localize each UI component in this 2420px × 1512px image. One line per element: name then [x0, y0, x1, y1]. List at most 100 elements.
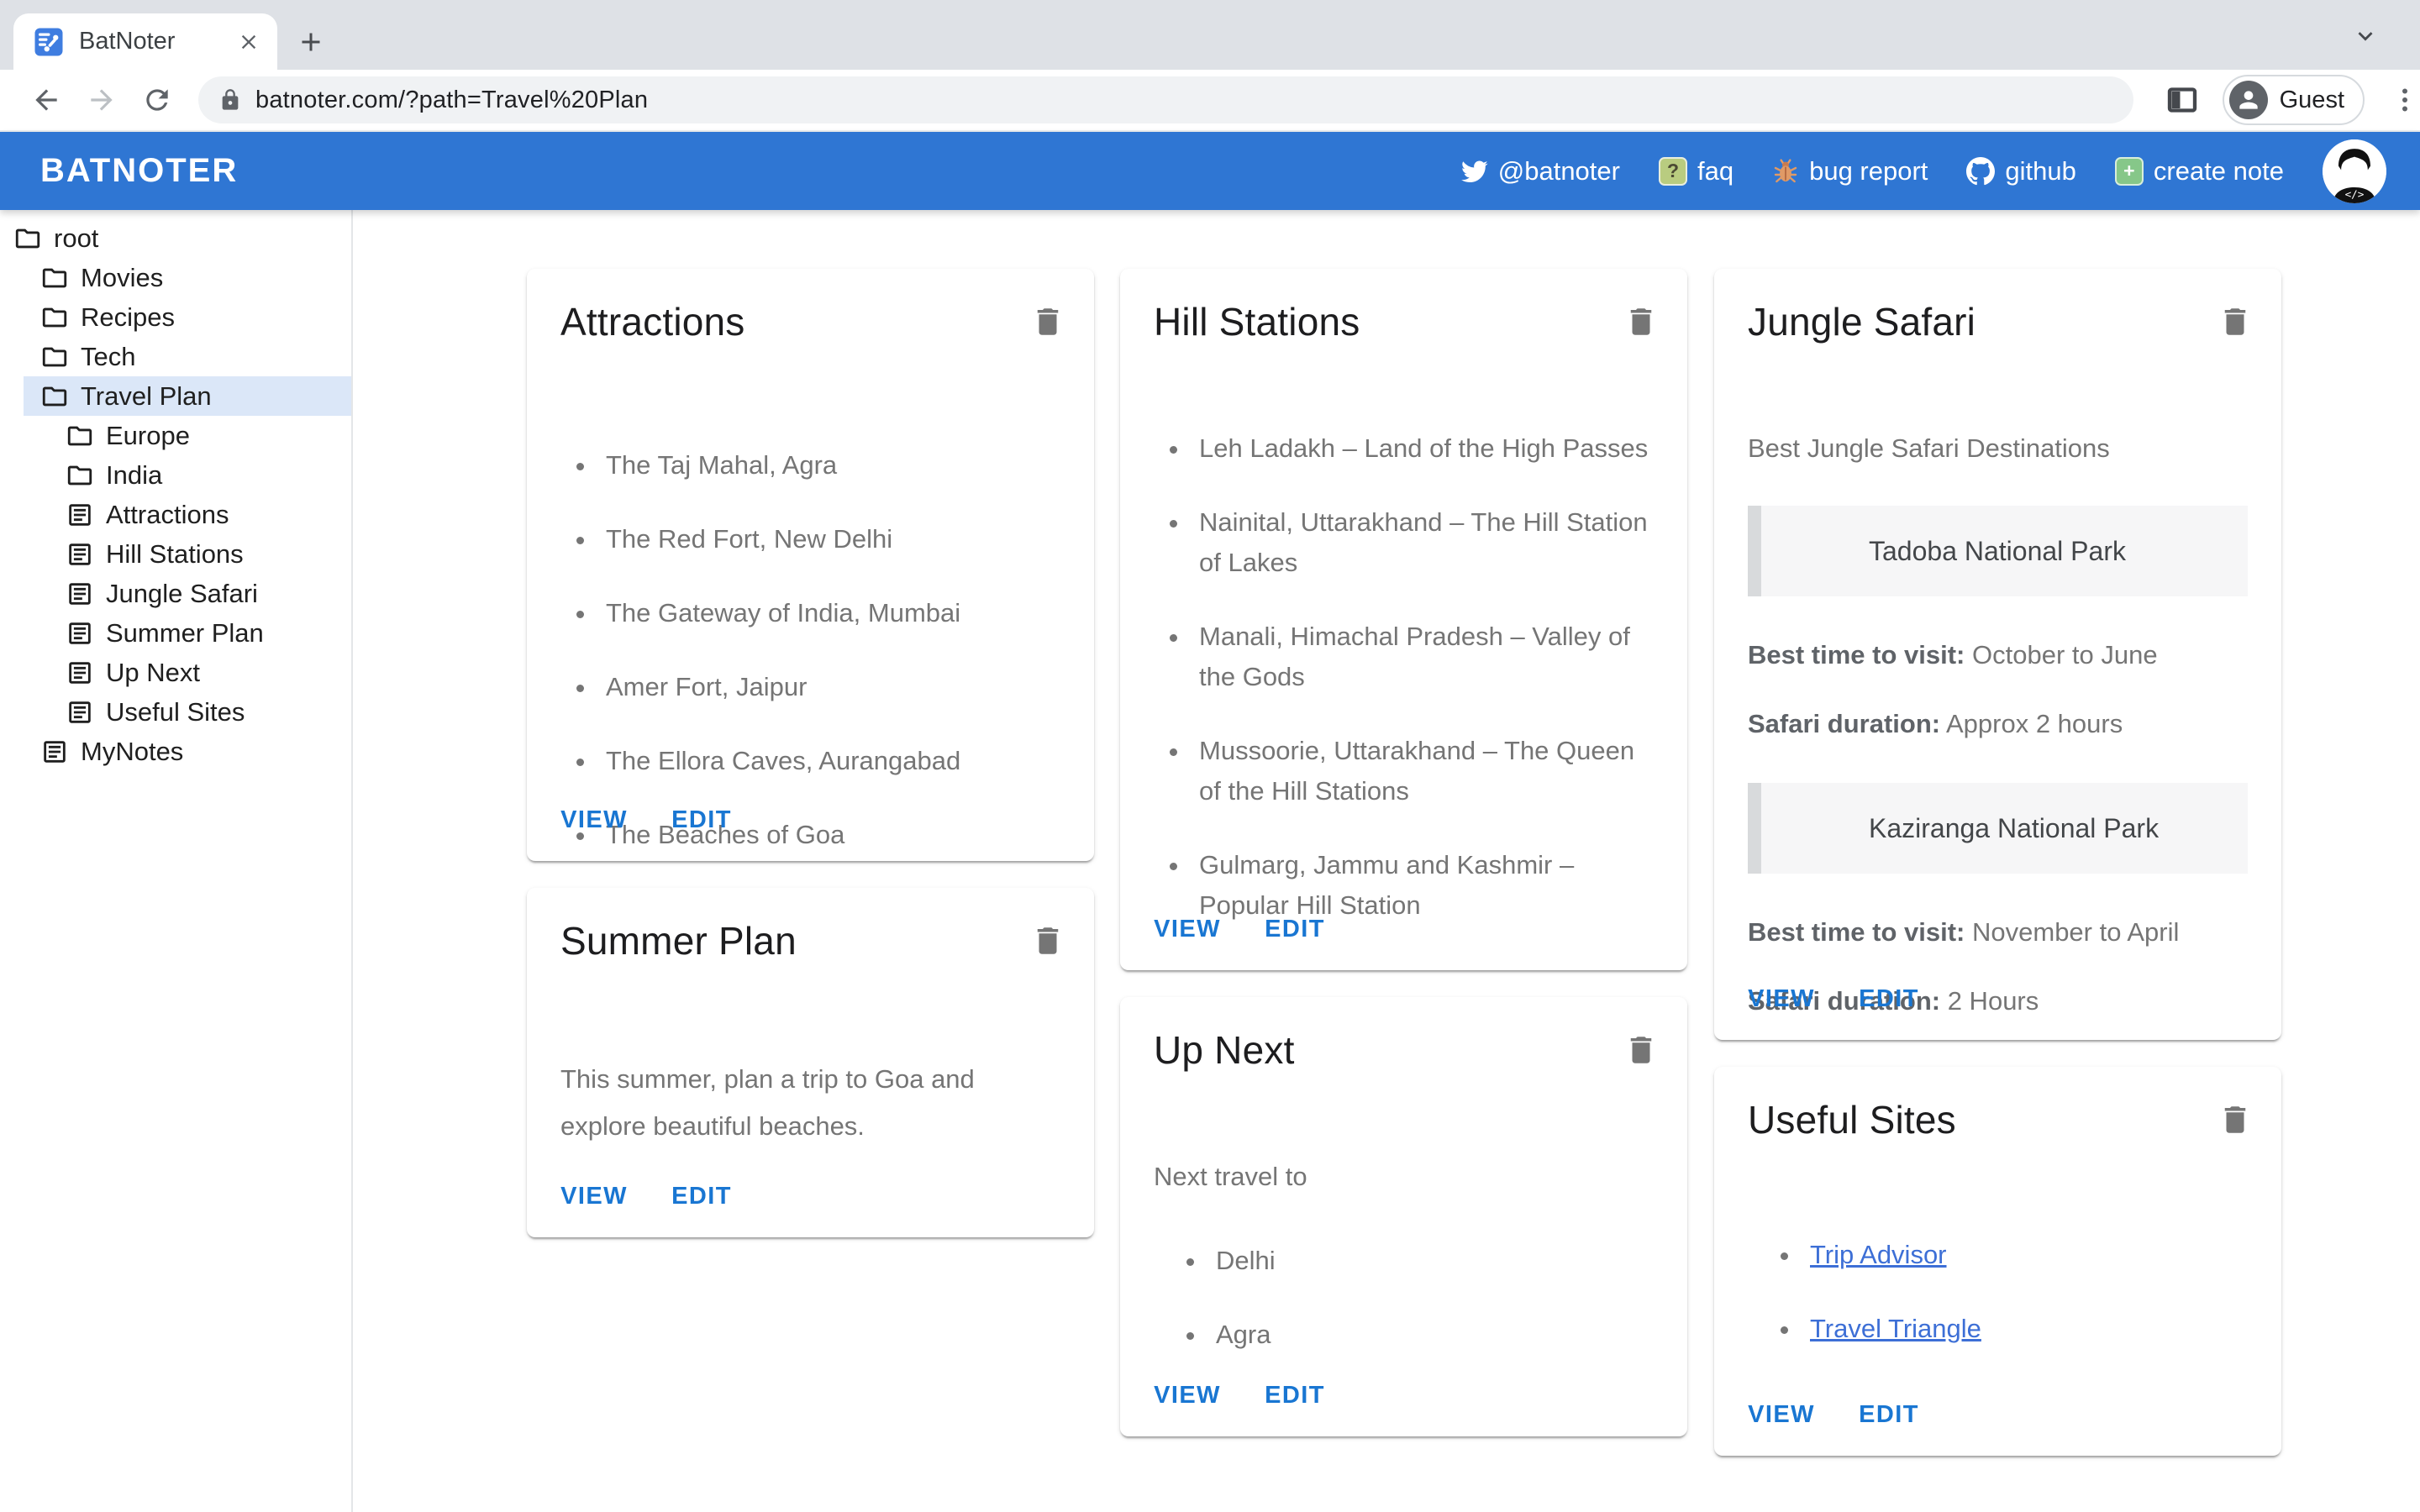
tree-item-recipes[interactable]: Recipes — [0, 297, 351, 337]
view-button[interactable]: VIEW — [1134, 907, 1241, 952]
list-item: Delhi — [1207, 1241, 1654, 1281]
side-panel-button[interactable] — [2165, 83, 2199, 117]
create-note-link[interactable]: + create note — [2114, 155, 2284, 186]
park-meta: Safari duration: Approx 2 hours — [1748, 704, 2248, 744]
tree-item-travel-plan[interactable]: Travel Plan — [0, 376, 351, 416]
new-tab-button[interactable] — [296, 27, 326, 57]
twitter-icon — [1460, 158, 1488, 185]
delete-note-button[interactable] — [1620, 1029, 1662, 1071]
tree-item-label: Useful Sites — [106, 696, 245, 727]
create-note-label: create note — [2153, 155, 2284, 186]
twitter-link[interactable]: @batnoter — [1460, 156, 1620, 186]
browser-tab[interactable]: BatNoter — [13, 13, 277, 70]
edit-button[interactable]: EDIT — [1241, 907, 1349, 952]
view-button[interactable]: VIEW — [540, 798, 648, 843]
park-name: Kaziranga National Park — [1869, 813, 2160, 843]
tree-item-hill-stations[interactable]: Hill Stations — [0, 534, 351, 574]
tree-item-jungle-safari[interactable]: Jungle Safari — [0, 574, 351, 613]
delete-note-button[interactable] — [1027, 920, 1069, 962]
attraction-list: The Taj Mahal, Agra The Red Fort, New De… — [560, 445, 1060, 855]
tree-item-india[interactable]: India — [0, 455, 351, 495]
delete-note-button[interactable] — [2214, 1099, 2256, 1141]
edit-button[interactable]: EDIT — [1241, 1373, 1349, 1418]
list-item: Manali, Himachal Pradesh – Valley of the… — [1191, 617, 1654, 697]
hill-station-list: Leh Ladakh – Land of the High Passes Nai… — [1154, 428, 1654, 926]
tree-item-label: Hill Stations — [106, 538, 244, 569]
tree-item-label: Jungle Safari — [106, 578, 258, 608]
tree-item-movies[interactable]: Movies — [0, 258, 351, 297]
github-icon — [1966, 156, 1996, 186]
trip-advisor-link[interactable]: Trip Advisor — [1810, 1240, 1947, 1269]
github-link[interactable]: github — [1966, 156, 2076, 186]
useful-sites-list: Trip Advisor Travel Triangle — [1748, 1235, 2248, 1349]
delete-note-button[interactable] — [1620, 301, 1662, 343]
view-button[interactable]: VIEW — [1728, 1393, 1835, 1437]
tree-item-label: Movies — [81, 262, 164, 292]
tree-item-tech[interactable]: Tech — [0, 337, 351, 376]
tree-item-up-next[interactable]: Up Next — [0, 653, 351, 692]
profile-chip[interactable]: Guest — [2222, 75, 2365, 125]
faq-link[interactable]: ? faq — [1658, 156, 1733, 186]
list-item: Agra — [1207, 1315, 1654, 1355]
tree-item-root[interactable]: root — [0, 218, 351, 258]
edit-button[interactable]: EDIT — [1835, 977, 1943, 1021]
edit-button[interactable]: EDIT — [1835, 1393, 1943, 1437]
app-logo[interactable]: BATNOTER — [40, 152, 238, 190]
back-button[interactable] — [30, 84, 62, 116]
meta-label: Best time to visit: — [1748, 917, 1965, 947]
url-text: batnoter.com/?path=Travel%20Plan — [255, 86, 649, 113]
park-quote: Tadoba National Park — [1748, 506, 2248, 596]
url-bar[interactable]: batnoter.com/?path=Travel%20Plan — [198, 76, 2133, 123]
user-avatar[interactable]: </> — [2323, 139, 2386, 203]
tree-item-mynotes[interactable]: MyNotes — [0, 732, 351, 771]
reload-button[interactable] — [141, 84, 173, 116]
view-button[interactable]: VIEW — [1728, 977, 1835, 1021]
tree-item-label: Summer Plan — [106, 617, 264, 648]
create-note-icon: + — [2114, 156, 2144, 186]
tab-close-icon[interactable] — [237, 30, 260, 54]
tree-item-summer-plan[interactable]: Summer Plan — [0, 613, 351, 653]
profile-avatar-icon — [2228, 81, 2268, 119]
tree-item-useful-sites[interactable]: Useful Sites — [0, 692, 351, 732]
note-card-attractions: Attractions The Taj Mahal, Agra The Red … — [527, 269, 1094, 861]
note-card-jungle-safari: Jungle Safari Best Jungle Safari Destina… — [1714, 269, 2281, 1040]
meta-label: Best time to visit: — [1748, 640, 1965, 669]
folder-icon — [40, 382, 69, 411]
note-icon — [66, 540, 94, 569]
list-item: Travel Triangle — [1802, 1309, 2248, 1349]
tree-item-label: Tech — [81, 341, 136, 371]
note-card-summer-plan: Summer Plan This summer, plan a trip to … — [527, 888, 1094, 1237]
note-icon — [66, 698, 94, 727]
file-tree-sidebar: root Movies Recipes Tech Travel Plan Eur… — [0, 210, 353, 1512]
up-next-list: Delhi Agra — [1154, 1241, 1654, 1355]
bug-report-link[interactable]: bug report — [1772, 156, 1928, 186]
tree-item-europe[interactable]: Europe — [0, 416, 351, 455]
travel-triangle-link[interactable]: Travel Triangle — [1810, 1314, 1981, 1343]
tree-item-attractions[interactable]: Attractions — [0, 495, 351, 534]
tab-search-chevron-icon[interactable] — [2351, 22, 2380, 50]
card-title: Summer Plan — [560, 919, 797, 963]
delete-note-button[interactable] — [1027, 301, 1069, 343]
browser-tab-strip: BatNoter — [0, 0, 2420, 70]
bug-icon — [1772, 158, 1799, 185]
forward-button[interactable] — [86, 84, 118, 116]
delete-note-button[interactable] — [2214, 301, 2256, 343]
note-card-up-next: Up Next Next travel to Delhi Agra VIEW E… — [1120, 997, 1687, 1436]
card-text: This summer, plan a trip to Goa and expl… — [560, 1064, 975, 1141]
list-item: The Taj Mahal, Agra — [597, 445, 1060, 486]
faq-icon: ? — [1658, 156, 1687, 186]
browser-menu-icon[interactable] — [2390, 85, 2420, 115]
folder-icon — [13, 224, 42, 253]
note-icon — [66, 659, 94, 687]
note-icon — [66, 619, 94, 648]
folder-icon — [40, 264, 69, 292]
view-button[interactable]: VIEW — [1134, 1373, 1241, 1418]
edit-button[interactable]: EDIT — [648, 798, 755, 843]
list-item: Nainital, Uttarakhand – The Hill Station… — [1191, 502, 1654, 583]
meta-value: 2 Hours — [1940, 986, 2039, 1016]
note-icon — [40, 738, 69, 766]
bug-report-label: bug report — [1809, 155, 1928, 186]
edit-button[interactable]: EDIT — [648, 1174, 755, 1219]
tree-item-label: India — [106, 459, 163, 490]
view-button[interactable]: VIEW — [540, 1174, 648, 1219]
